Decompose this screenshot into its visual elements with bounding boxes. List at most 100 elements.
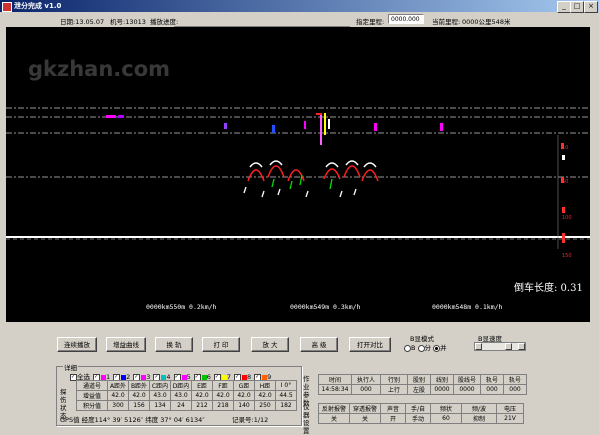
table-cell: H距 bbox=[254, 380, 276, 391]
table-cell: 反射报警 bbox=[318, 403, 350, 414]
table-cell: 000 bbox=[480, 384, 504, 395]
table-cell: 时间 bbox=[318, 374, 352, 385]
table-cell: 关 bbox=[318, 413, 350, 424]
speed-right-arrow-icon[interactable] bbox=[518, 343, 525, 350]
mileage-label: 指定里程: bbox=[356, 18, 385, 26]
table-cell: 行别 bbox=[380, 374, 408, 385]
table-cell: 42.0 bbox=[107, 390, 129, 401]
table-row: 14:58:34 000 上行 左股 0000 0000 000 000 bbox=[318, 384, 527, 395]
table-cell: 0000 bbox=[453, 384, 481, 395]
work-params-table: 时间 执行人 行别 股别 线别 股线号 轨号 轨号 14:58:34 000 上行 左股 0000 000… bbox=[318, 374, 527, 395]
train-length-readout: 倒车长度: 0.31 bbox=[514, 283, 583, 294]
table-cell: A距外 bbox=[107, 380, 129, 391]
current-mileage-label: 当前里程: bbox=[432, 18, 461, 26]
table-cell: 增益值 bbox=[76, 390, 108, 401]
gain-row: 增益值 42.0 42.0 43.0 43.0 42.0 42.0 42.0 42.0 44.5 bbox=[76, 390, 297, 401]
table-cell: 上行 bbox=[380, 384, 408, 395]
table-cell: 电压 bbox=[496, 403, 524, 414]
open-compare-button[interactable]: 打开对比 bbox=[349, 337, 391, 352]
table-cell: 股别 bbox=[407, 374, 431, 385]
ruler-label-100: 100 bbox=[562, 215, 572, 221]
table-cell: I 0° bbox=[275, 380, 297, 391]
table-header-row: 通道号 A距外 B距外 C距内 D距内 E距 F距 G距 H距 I 0° bbox=[76, 380, 297, 391]
speed-readout-3: 0000km548m 0.1km/h bbox=[432, 303, 503, 311]
table-cell: 140 bbox=[233, 400, 255, 411]
b-mode-radio-b[interactable] bbox=[404, 344, 411, 352]
table-cell: 手动 bbox=[405, 413, 431, 424]
window-title: 泄分完成 v1.0 bbox=[14, 2, 62, 10]
echo-group-upper bbox=[106, 113, 443, 145]
b-speed-scrollbar[interactable] bbox=[474, 342, 526, 351]
table-cell: 44.5 bbox=[275, 390, 297, 401]
instrument-settings-label: 仪器设置 bbox=[303, 403, 310, 435]
table-row: 关关开手动 60 抑制 21V bbox=[318, 413, 524, 424]
table-header-row: 反射报警 穿透报警 声音 手/自 频状 频/波 电压 bbox=[318, 403, 524, 414]
table-cell: 24 bbox=[170, 400, 192, 411]
table-cell: 300 bbox=[107, 400, 129, 411]
table-cell: C距内 bbox=[149, 380, 171, 391]
echo-group-arches bbox=[247, 160, 379, 182]
table-cell: G距 bbox=[233, 380, 255, 391]
progress-label: 播放进度: bbox=[150, 18, 179, 26]
table-cell: 股线号 bbox=[453, 374, 481, 385]
table-cell: 左股 bbox=[407, 384, 431, 395]
table-cell: 轨号 bbox=[480, 374, 504, 385]
table-header-row: 时间 执行人 行别 股别 线别 股线号 轨号 轨号 bbox=[318, 374, 527, 385]
table-cell: 抑制 bbox=[461, 413, 497, 424]
table-cell: 43.0 bbox=[170, 390, 192, 401]
b-mode-option-split: 分 bbox=[424, 344, 432, 352]
table-cell: 开 bbox=[380, 413, 406, 424]
table-cell: F距 bbox=[212, 380, 234, 391]
table-cell: 134 bbox=[149, 400, 171, 411]
table-cell: 0000 bbox=[430, 384, 454, 395]
table-cell: B距外 bbox=[128, 380, 150, 391]
b-mode-options[interactable]: B 分 并 bbox=[404, 342, 447, 352]
app-icon bbox=[2, 2, 12, 12]
speed-readout-1: 0000km550m 0.2km/h bbox=[146, 303, 217, 311]
table-cell: 42.0 bbox=[212, 390, 234, 401]
current-mileage-value: 0000公里548米 bbox=[462, 18, 511, 26]
table-cell: D距内 bbox=[170, 380, 192, 391]
car-number-label: 机号:13013 bbox=[110, 18, 146, 26]
table-cell: 42.0 bbox=[128, 390, 150, 401]
speed-left-arrow-icon[interactable] bbox=[475, 343, 482, 350]
app-window: 泄分完成 v1.0 _ □ × 日期:13.05.07 机号:13013 播放进… bbox=[0, 0, 599, 435]
table-cell: 43.0 bbox=[149, 390, 171, 401]
zoom-button[interactable]: 放 大 bbox=[251, 337, 289, 352]
table-cell: 14:58:34 bbox=[318, 384, 352, 395]
table-cell: 000 bbox=[503, 384, 527, 395]
table-cell: 250 bbox=[254, 400, 276, 411]
table-cell: 156 bbox=[128, 400, 150, 411]
gain-curve-button[interactable]: 增益曲线 bbox=[106, 337, 146, 352]
table-cell: 手/自 bbox=[405, 403, 431, 414]
continuous-play-button[interactable]: 连续播放 bbox=[57, 337, 97, 352]
switch-rail-button[interactable]: 换 轨 bbox=[155, 337, 193, 352]
speed-readout-2: 0000km549m 0.3km/h bbox=[290, 303, 361, 311]
mileage-input[interactable]: 0000.000 bbox=[388, 14, 424, 24]
table-cell: 关 bbox=[349, 413, 381, 424]
table-cell: 182 bbox=[275, 400, 297, 411]
table-cell: 线别 bbox=[430, 374, 454, 385]
speed-thumb[interactable] bbox=[505, 343, 512, 350]
b-scan-display[interactable]: 10 50 100 150 gkzhan.com 倒车长度: 0.31 0000… bbox=[6, 27, 590, 322]
channel-table: 通道号 A距外 B距外 C距内 D距内 E距 F距 G距 H距 I 0° 增益值 42.0 42.0 43… bbox=[76, 380, 297, 411]
table-cell: 60 bbox=[430, 413, 462, 424]
gps-readout: GPS值 经度114° 39′ 5126″ 纬度 37° 04′ 6134″ bbox=[60, 416, 205, 424]
table-cell: 轨号 bbox=[503, 374, 527, 385]
instrument-settings-table: 反射报警 穿透报警 声音 手/自 频状 频/波 电压关关开手动 60 抑制 21V bbox=[318, 403, 524, 424]
table-cell: E距 bbox=[191, 380, 213, 391]
advanced-button[interactable]: 高 级 bbox=[300, 337, 338, 352]
table-cell: 通道号 bbox=[76, 380, 108, 391]
table-cell: 声音 bbox=[380, 403, 406, 414]
table-cell: 42.0 bbox=[254, 390, 276, 401]
ruler-label-150: 150 bbox=[562, 253, 572, 259]
table-cell: 42.0 bbox=[191, 390, 213, 401]
table-cell: 000 bbox=[351, 384, 381, 395]
record-number: 记录号:1/12 bbox=[232, 416, 269, 424]
table-cell: 21V bbox=[496, 413, 524, 424]
echo-group-right bbox=[561, 143, 565, 243]
table-cell: 42.0 bbox=[233, 390, 255, 401]
b-mode-radio-split[interactable] bbox=[417, 344, 425, 352]
print-button[interactable]: 打 印 bbox=[202, 337, 240, 352]
table-cell: 频/波 bbox=[461, 403, 497, 414]
